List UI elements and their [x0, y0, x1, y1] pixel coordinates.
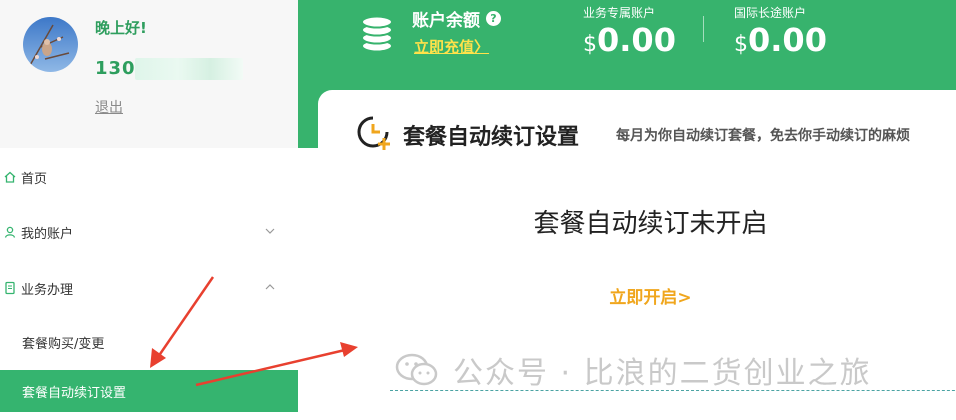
account-amount: 0.00	[597, 21, 676, 59]
account-amount: 0.00	[748, 21, 827, 59]
avatar[interactable]	[23, 17, 78, 72]
greeting-text: 晚上好!	[95, 19, 147, 37]
sidebar-item-my-account[interactable]: 我的账户	[0, 211, 298, 253]
currency-symbol: $	[734, 32, 748, 57]
balance-title-text: 账户余额	[412, 11, 480, 31]
phone-number-mask	[135, 58, 243, 80]
sidebar-item-home[interactable]: 首页	[0, 156, 298, 198]
recharge-link[interactable]: 立即充值〉	[414, 36, 489, 57]
currency-symbol: $	[583, 32, 597, 57]
card-subtitle: 每月为你自动续订套餐，免去你手动续订的麻烦	[616, 128, 910, 144]
user-profile: 晚上好! 130 退出	[0, 0, 298, 148]
enable-auto-renew-button[interactable]: 立即开启>	[318, 283, 956, 308]
auto-renew-status: 套餐自动续订未开启	[533, 209, 768, 239]
international-account-balance: 国际长途账户 $0.00	[734, 4, 827, 62]
account-label: 业务专属账户	[583, 6, 656, 20]
wechat-icon	[395, 353, 438, 386]
sidebar-item-business[interactable]: 业务办理	[0, 267, 298, 309]
business-account-balance: 业务专属账户 $0.00	[583, 4, 676, 62]
sidebar-subitem-package-change[interactable]: 套餐购买/变更	[0, 321, 298, 363]
watermark-text: 公众号 · 比浪的二货创业之旅	[453, 356, 872, 391]
logout-link[interactable]: 退出	[95, 97, 123, 117]
card-title: 套餐自动续订设置	[403, 125, 580, 150]
chevron-down-icon[interactable]	[264, 225, 276, 237]
help-icon[interactable]: ?	[486, 11, 501, 26]
sidebar-subitem-auto-renew[interactable]: 套餐自动续订设置	[0, 370, 298, 412]
sidebar-item-label: 业务办理	[21, 282, 74, 298]
coins-icon	[361, 15, 393, 53]
recharge-link-text: 立即充值	[414, 38, 475, 56]
header-divider	[703, 16, 704, 42]
watermark: 公众号 · 比浪的二货创业之旅	[395, 348, 872, 392]
balance-title: 账户余额 ?	[412, 6, 501, 31]
chevron-up-icon[interactable]	[264, 281, 276, 293]
document-icon	[5, 281, 15, 295]
sidebar: 晚上好! 130 退出 首页 我的账户 业务办理 套餐购买/变更 套餐自动续订设…	[0, 0, 298, 420]
account-label: 国际长途账户	[734, 6, 807, 20]
phone-number: 130	[95, 58, 136, 79]
auto-renew-icon	[357, 116, 390, 150]
sidebar-item-label: 我的账户	[21, 226, 74, 242]
recharge-arrow: 〉	[474, 38, 490, 56]
user-icon	[4, 226, 16, 238]
home-icon	[4, 171, 16, 183]
sidebar-item-label: 首页	[21, 171, 48, 187]
